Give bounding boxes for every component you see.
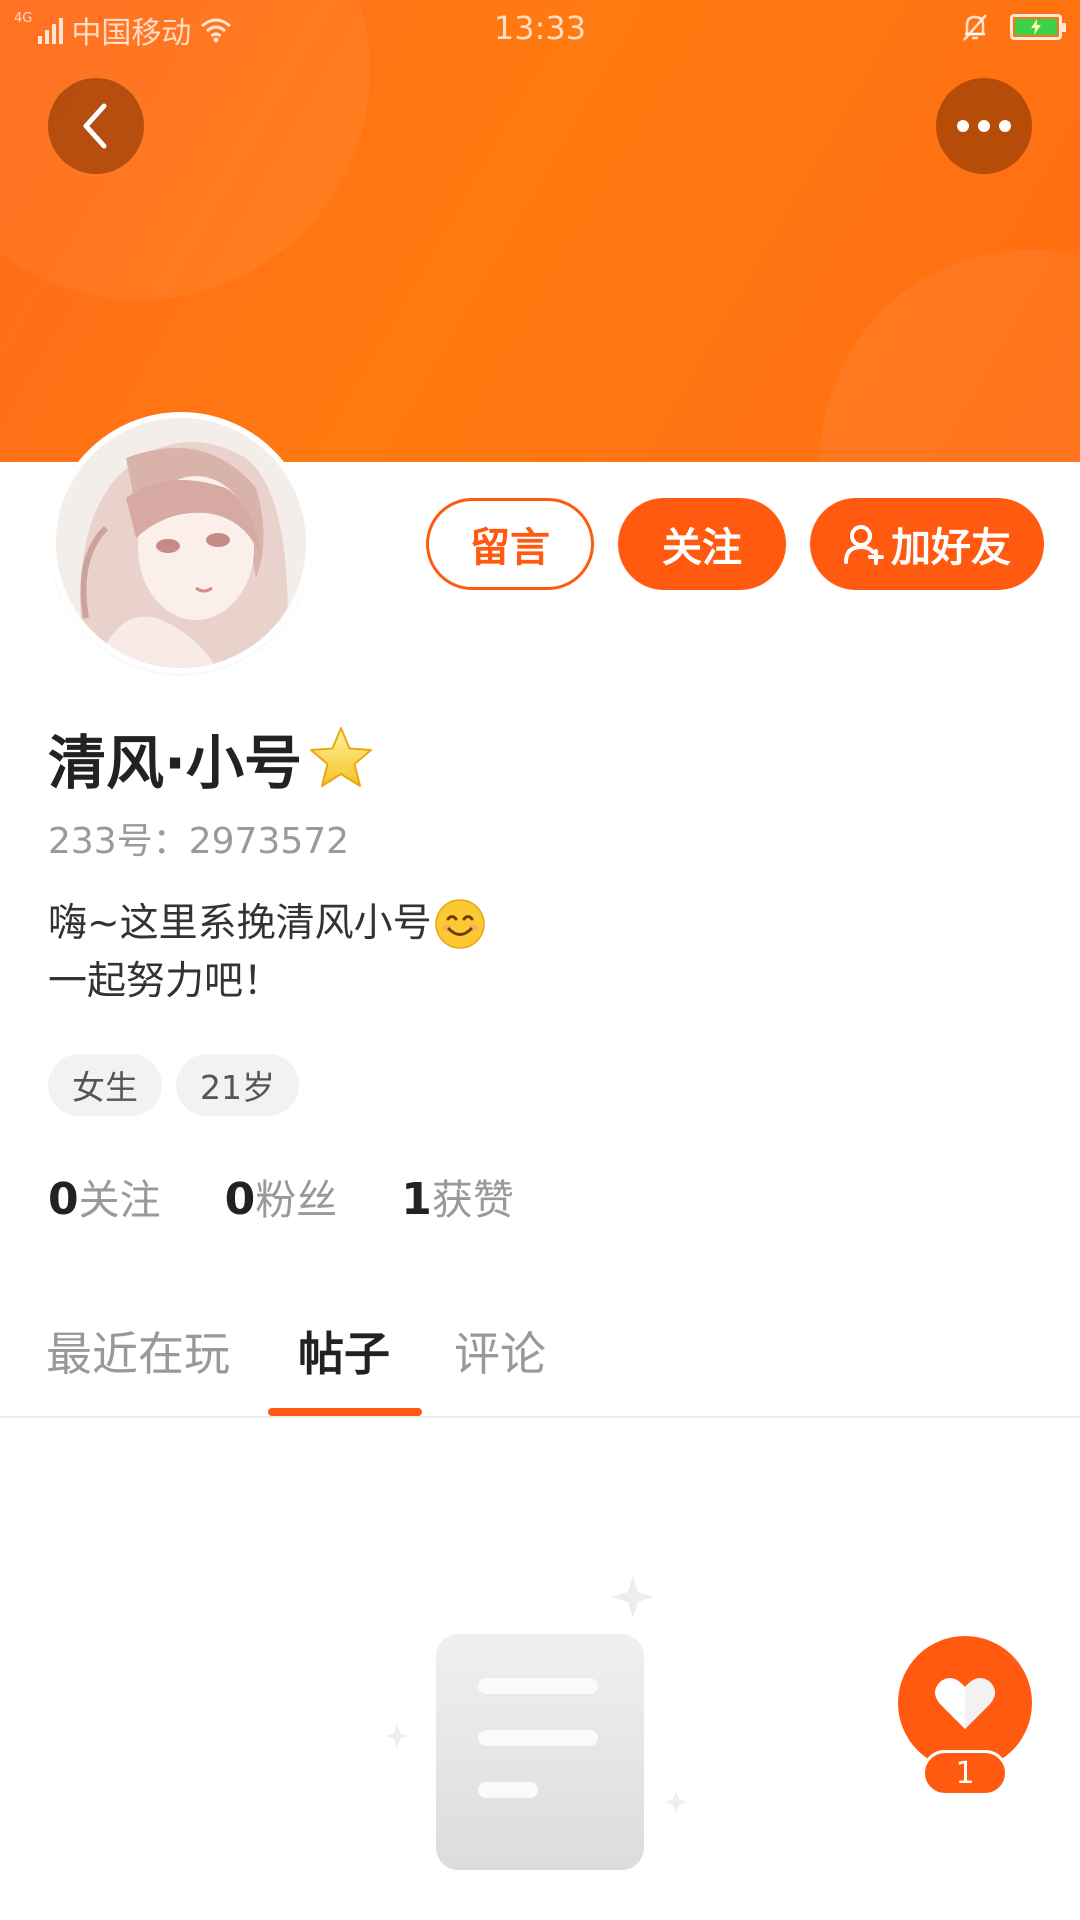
bio-line-2: 一起努力吧！ bbox=[48, 959, 283, 1004]
chevron-left-icon bbox=[83, 103, 107, 149]
avatar[interactable] bbox=[50, 412, 312, 674]
followers-stat[interactable]: 0 粉丝 bbox=[225, 1166, 338, 1226]
tab-posts[interactable]: 帖子 bbox=[298, 1318, 390, 1384]
smile-emoji-icon bbox=[434, 899, 485, 949]
more-button[interactable] bbox=[936, 78, 1032, 174]
add-user-icon bbox=[844, 525, 884, 565]
tab-comments[interactable]: 评论 bbox=[454, 1318, 546, 1384]
profile-tabs: 最近在玩 帖子 评论 bbox=[0, 1306, 1080, 1418]
profile-tags: 女生 21岁 bbox=[48, 1054, 299, 1116]
following-stat[interactable]: 0 关注 bbox=[48, 1166, 161, 1226]
gender-tag: 女生 bbox=[48, 1054, 162, 1116]
heart-icon bbox=[935, 1678, 995, 1729]
active-tab-indicator bbox=[268, 1408, 422, 1416]
clock: 13:33 bbox=[493, 9, 587, 47]
follow-button[interactable]: 关注 bbox=[618, 498, 786, 590]
bio-line-1: 嗨~这里系挽清风小号 bbox=[48, 901, 432, 946]
profile-stats: 0 关注 0 粉丝 1 获赞 bbox=[48, 1166, 514, 1226]
status-bar: 4G 中国移动 13:33 bbox=[0, 0, 1080, 56]
add-friend-button[interactable]: 加好友 bbox=[810, 498, 1044, 590]
back-button[interactable] bbox=[48, 78, 144, 174]
profile-cover: 4G 中国移动 13:33 bbox=[0, 0, 1080, 462]
message-button[interactable]: 留言 bbox=[426, 498, 594, 590]
avatar-illustration bbox=[56, 418, 306, 668]
tab-recently-played[interactable]: 最近在玩 bbox=[46, 1318, 230, 1384]
empty-posts-illustration bbox=[385, 1576, 688, 1870]
charging-bolt-icon bbox=[1031, 19, 1041, 35]
like-count-badge: 1 bbox=[922, 1750, 1008, 1796]
profile-name: 清风·小号 bbox=[48, 729, 303, 797]
star-icon bbox=[310, 727, 373, 787]
profile-bio: 嗨~这里系挽清风小号 一起努力吧！ bbox=[48, 895, 486, 1011]
user-id: 233号：2973572 bbox=[48, 821, 350, 862]
profile-name-row: 清风·小号 bbox=[48, 716, 376, 800]
battery-icon bbox=[1010, 14, 1066, 40]
likes-stat[interactable]: 1 获赞 bbox=[401, 1166, 514, 1226]
mute-bell-icon bbox=[963, 14, 987, 41]
more-horizontal-icon bbox=[957, 120, 1011, 132]
age-tag: 21岁 bbox=[176, 1054, 299, 1116]
